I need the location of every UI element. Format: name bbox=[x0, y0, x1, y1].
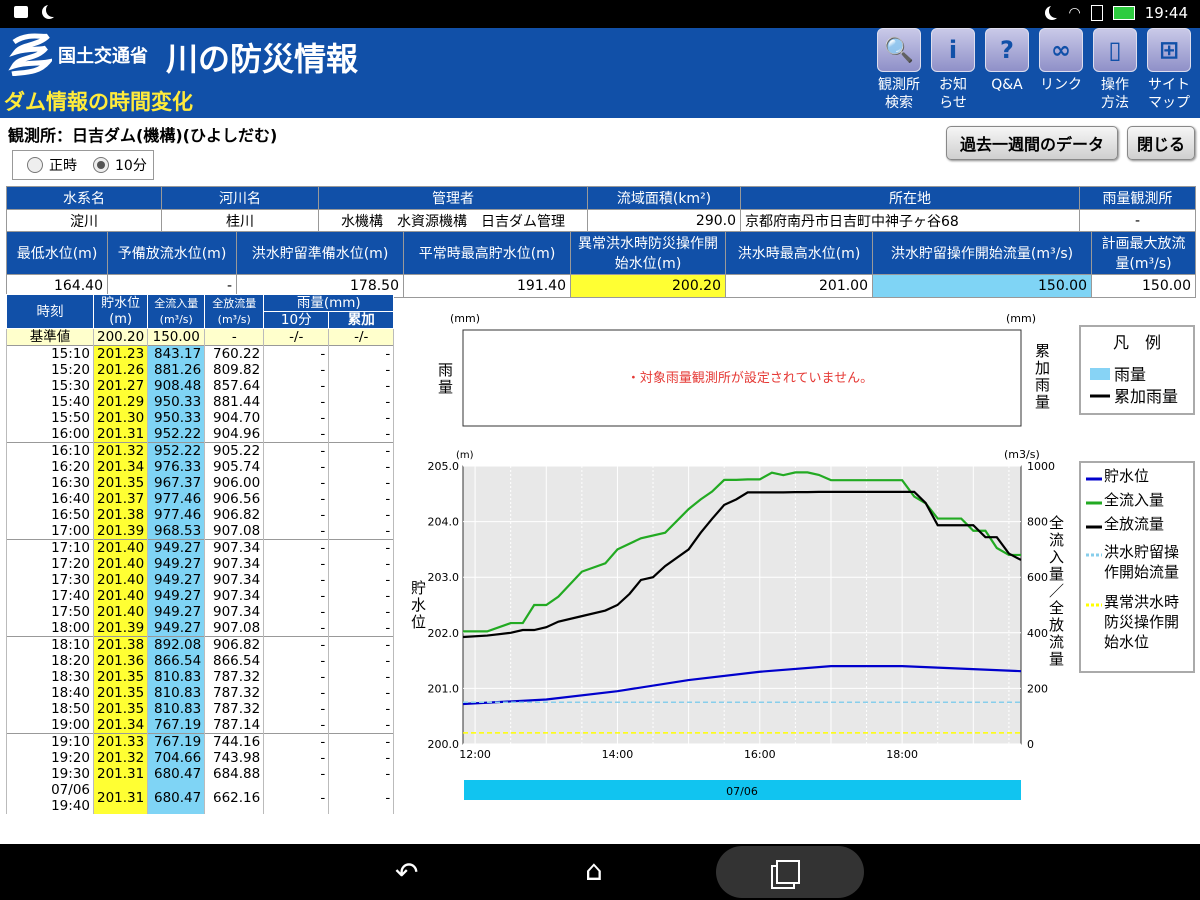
y2tick-label: 800 bbox=[1027, 516, 1048, 529]
dam-chart: (mm) (mm)・対象雨量観測所が設定されていません。雨量 累加雨量凡 例雨量累加… bbox=[409, 312, 1195, 800]
legend-rain-label: 雨量 bbox=[1114, 365, 1146, 384]
recents-icon bbox=[776, 860, 800, 884]
rain-missing-message: ・対象雨量観測所が設定されていません。 bbox=[627, 370, 873, 386]
legend-label-box-0: 貯水位 bbox=[1104, 467, 1150, 485]
rain-unit-right: (mm) bbox=[1006, 312, 1036, 325]
y2unit-label: (m3/s) bbox=[1004, 448, 1040, 461]
ylabel: 貯水位 bbox=[409, 580, 427, 631]
xtick-label: 12:00 bbox=[459, 748, 491, 761]
back-icon[interactable]: ↶ bbox=[395, 856, 418, 889]
system-nav-bar: ↶ ⌂ bbox=[0, 844, 1200, 900]
ytick-label: 205.0 bbox=[428, 460, 460, 473]
legend-label: 洪水貯留操作開始流量 bbox=[1104, 543, 1180, 581]
ytick-label: 202.0 bbox=[428, 627, 460, 640]
xtick-label: 16:00 bbox=[744, 748, 776, 761]
recents-button[interactable] bbox=[716, 846, 864, 898]
date-bar-label: 07/06 bbox=[726, 785, 758, 798]
yunit-label: (m) bbox=[456, 450, 474, 461]
y2tick-label: 400 bbox=[1027, 627, 1048, 640]
rain-unit-left: (mm) bbox=[450, 312, 480, 325]
ytick-label: 204.0 bbox=[428, 516, 460, 529]
legend-label: 異常洪水時防災操作開始水位 bbox=[1104, 593, 1180, 651]
y2tick-label: 0 bbox=[1027, 738, 1034, 751]
y2tick-label: 1000 bbox=[1027, 460, 1055, 473]
rain-legend-title: 凡 例 bbox=[1113, 333, 1161, 352]
xtick-label: 14:00 bbox=[602, 748, 634, 761]
ytick-label: 201.0 bbox=[428, 682, 460, 695]
home-icon[interactable]: ⌂ bbox=[585, 854, 603, 887]
rain-ylabel-right: 累加雨量 bbox=[1033, 343, 1051, 411]
legend-label: 全流入量 bbox=[1104, 491, 1165, 509]
y2tick-label: 600 bbox=[1027, 571, 1048, 584]
legend-label: 全放流量 bbox=[1104, 515, 1165, 533]
legend-label-box-1: 全流入量 bbox=[1104, 491, 1165, 509]
legend-label: 貯水位 bbox=[1104, 467, 1150, 485]
y2label: 全流入量／全放流量 bbox=[1047, 514, 1065, 668]
legend-label-box-2: 全放流量 bbox=[1104, 515, 1165, 533]
y2tick-label: 200 bbox=[1027, 682, 1048, 695]
ytick-label: 200.0 bbox=[428, 738, 460, 751]
rain-ylabel-left: 雨量 bbox=[436, 362, 454, 396]
ytick-label: 203.0 bbox=[428, 571, 460, 584]
legend-label-box-4: 異常洪水時防災操作開始水位 bbox=[1104, 593, 1180, 651]
xtick-label: 18:00 bbox=[886, 748, 918, 761]
legend-cum-label: 累加雨量 bbox=[1114, 387, 1178, 406]
legend-rain-swatch bbox=[1090, 368, 1110, 380]
